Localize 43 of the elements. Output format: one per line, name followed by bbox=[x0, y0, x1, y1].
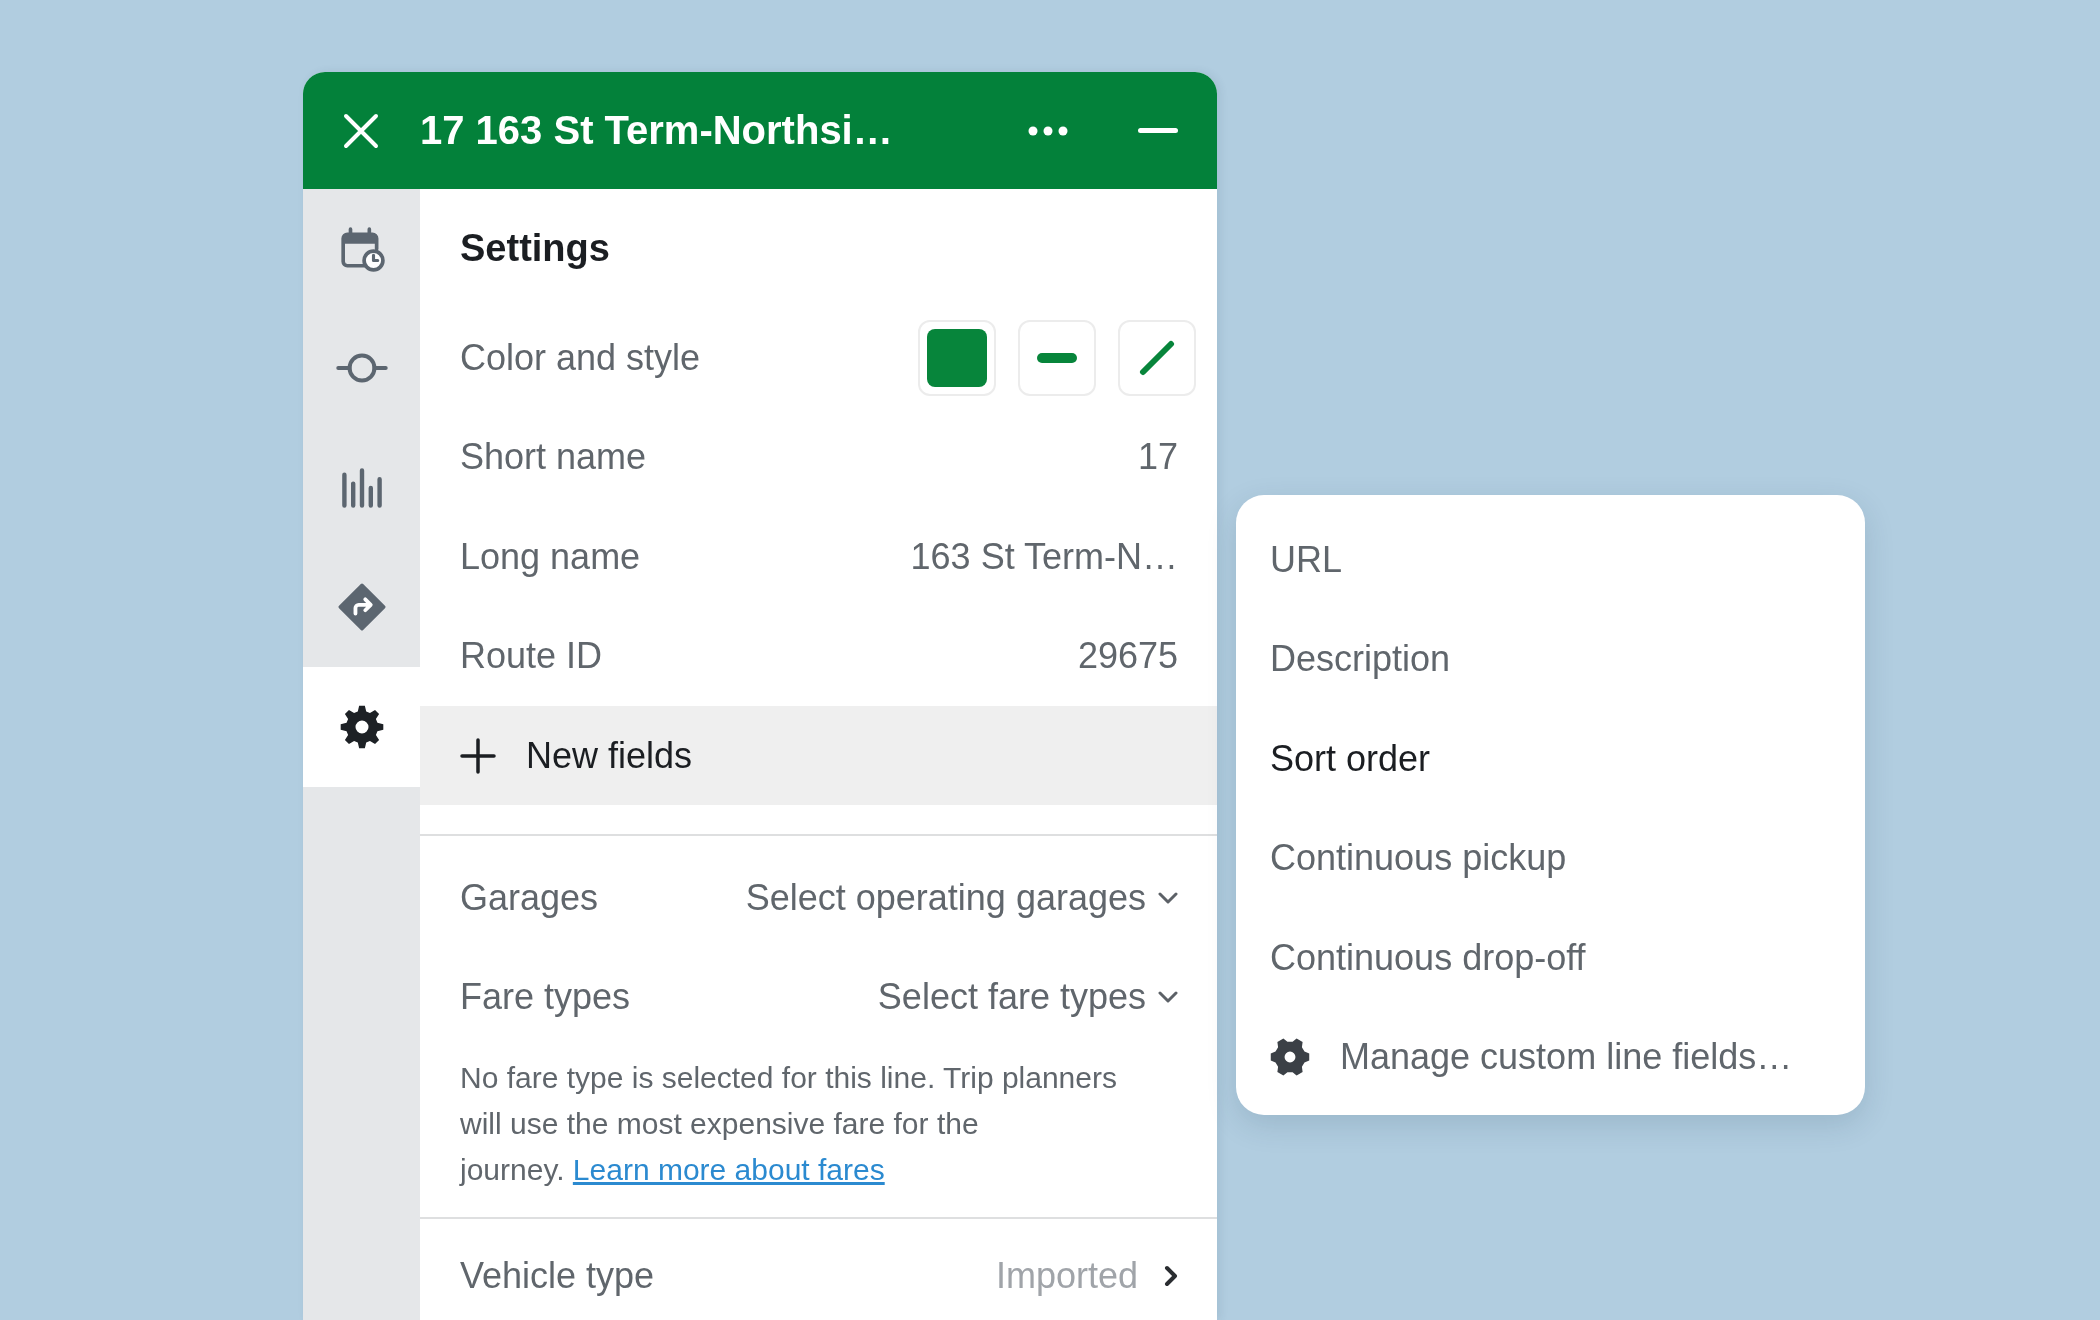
menu-item[interactable]: URL bbox=[1236, 510, 1865, 610]
plus-icon bbox=[460, 737, 496, 774]
menu-item[interactable]: Continuous pickup bbox=[1236, 808, 1865, 908]
field-label: Color and style bbox=[460, 336, 701, 379]
chevron-down-icon bbox=[1158, 891, 1178, 904]
field-label: Route ID bbox=[460, 635, 603, 678]
more-button[interactable] bbox=[1028, 125, 1068, 136]
line-pattern-button[interactable] bbox=[1118, 319, 1196, 396]
select-dropdown[interactable]: Select fare types bbox=[877, 976, 1178, 1019]
menu-item[interactable]: Manage custom line fields… bbox=[1236, 1007, 1865, 1107]
field-value: 17 bbox=[1137, 436, 1178, 479]
field-label: Long name bbox=[460, 535, 641, 578]
field-value: 163 St Term-N… bbox=[910, 535, 1178, 578]
directions-icon bbox=[337, 583, 386, 632]
section-title: Settings bbox=[460, 227, 610, 270]
circle-line-icon bbox=[335, 353, 388, 384]
bar-chart-icon bbox=[339, 467, 384, 508]
color-swatch-button[interactable] bbox=[918, 319, 996, 396]
more-icon bbox=[1028, 125, 1068, 136]
close-icon bbox=[343, 112, 379, 149]
menu-item[interactable]: Sort order bbox=[1236, 709, 1865, 809]
learn-more-link[interactable]: Learn more about fares bbox=[572, 1153, 885, 1186]
fare-note-text: No fare type is selected for this line. Trip planners will use the most expensive fare for the journey. Learn more about fares bbox=[458, 1060, 1118, 1188]
close-button[interactable] bbox=[343, 112, 379, 149]
menu-item[interactable]: Description bbox=[1236, 609, 1865, 709]
chevron-right-icon bbox=[1164, 1264, 1178, 1287]
field-value: 29675 bbox=[1077, 635, 1178, 678]
field-label: Short name bbox=[460, 436, 647, 479]
panel-title: 17 163 St Term-Northsi… bbox=[420, 108, 894, 153]
gear-icon bbox=[1270, 1037, 1310, 1078]
sidebar-tab[interactable] bbox=[303, 667, 420, 787]
chevron-down-icon bbox=[1158, 991, 1178, 1004]
select-dropdown[interactable]: Select operating garages bbox=[745, 876, 1178, 919]
line-style-button[interactable] bbox=[1018, 319, 1096, 396]
new-fields-button[interactable]: New fields bbox=[420, 706, 1217, 805]
field-label: Garages bbox=[460, 876, 599, 919]
minimize-icon bbox=[1138, 128, 1178, 133]
calendar-clock-icon bbox=[338, 225, 385, 272]
field-label: Fare types bbox=[460, 976, 631, 1019]
gear-icon bbox=[339, 704, 384, 749]
diagonal-line-icon bbox=[1139, 339, 1175, 376]
menu-item[interactable]: Continuous drop-off bbox=[1236, 908, 1865, 1008]
field-label: Vehicle type bbox=[460, 1254, 655, 1297]
